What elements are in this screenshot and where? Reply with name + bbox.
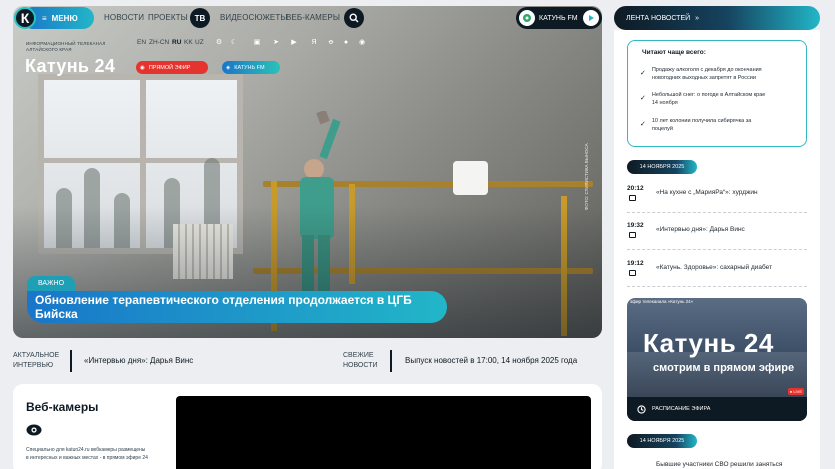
rutube-icon[interactable]: ▶ bbox=[289, 37, 299, 47]
hero-headline[interactable]: Обновление терапевтического отделения пр… bbox=[27, 291, 447, 323]
feed-item[interactable]: 19:32 «Интервью дня»: Дарья Винс bbox=[627, 222, 807, 252]
nav-link-webcams[interactable]: ВЕБ-КАМЕРЫ bbox=[286, 13, 340, 22]
webcam-video-player[interactable] bbox=[176, 396, 591, 469]
feed-item[interactable]: 20:12 «На кухне с „МарияРа“»: хурджин bbox=[627, 185, 807, 215]
lang-kk[interactable]: KK bbox=[184, 39, 193, 46]
live-broadcast-promo[interactable]: эфир телеканала «Катунь 24» Катунь 24 см… bbox=[627, 298, 807, 421]
max-messenger-icon[interactable]: ◉ bbox=[357, 37, 367, 47]
channel-tagline-1: ИНФОРМАЦИОННЫЙ ТЕЛЕКАНАЛ bbox=[26, 41, 106, 46]
dark-mode-icon[interactable]: ☾ bbox=[229, 37, 239, 47]
schedule-button[interactable]: РАСПИСАНИЕ ЭФИРА bbox=[627, 397, 807, 421]
search-icon bbox=[349, 13, 359, 23]
news-feed-sidebar: Читают чаще всего: ✓ Продажу алкоголя с … bbox=[614, 30, 820, 469]
radio-player[interactable]: КАТУНЬ FM bbox=[516, 7, 602, 29]
vk-icon[interactable]: ▣ bbox=[252, 37, 262, 47]
nav-link-news[interactable]: НОВОСТИ bbox=[104, 13, 144, 22]
katun-logo-badge[interactable]: К bbox=[14, 7, 36, 29]
lang-ru[interactable]: RU bbox=[172, 39, 181, 46]
odnoklassniki-icon[interactable]: ꝋ bbox=[326, 37, 336, 47]
tv-button[interactable]: ТВ bbox=[190, 8, 210, 28]
important-tag: ВАЖНО bbox=[27, 276, 75, 291]
most-read-item[interactable]: ✓ Небольшой снег: о погоде в Алтайском к… bbox=[640, 92, 800, 107]
eye-icon bbox=[26, 424, 42, 436]
katun-fm-button[interactable]: ◈ КАТУНЬ FM bbox=[222, 61, 280, 74]
fresh-news-label: СВЕЖИЕ НОВОСТИ bbox=[343, 352, 378, 369]
play-icon[interactable] bbox=[583, 10, 599, 26]
search-button[interactable] bbox=[344, 8, 364, 28]
live-stream-button[interactable]: ◉ ПРЯМОЙ ЭФИР bbox=[136, 61, 208, 74]
lang-zh[interactable]: ZH-CN bbox=[149, 39, 169, 46]
promo-logo: Катунь 24 bbox=[643, 328, 774, 358]
feed-item-partial[interactable]: Бывшие участники СВО решили заняться bbox=[656, 461, 782, 468]
most-read-item[interactable]: ✓ 10 лет колонии получила сибирячка за по… bbox=[640, 118, 800, 133]
actual-interview-label: АКТУАЛЬНОЕ ИНТЕРВЬЮ bbox=[13, 352, 60, 369]
tv-icon bbox=[629, 270, 636, 276]
site-logo[interactable]: Катунь 24 bbox=[25, 56, 115, 77]
check-icon: ✓ bbox=[640, 70, 646, 77]
actual-interview-link[interactable]: «Интервью дня»: Дарья Винс bbox=[84, 356, 193, 365]
live-record-icon: ◉ bbox=[140, 64, 145, 71]
clock-icon bbox=[637, 404, 646, 414]
yandex-zen-icon[interactable]: Я bbox=[309, 37, 319, 47]
photo-credit: ФОТО: СТИЛИСТИКА ВЫНОСА bbox=[584, 143, 589, 210]
tv-icon bbox=[629, 195, 636, 201]
channel-tagline-2: АЛТАЙСКОГО КРАЯ bbox=[26, 47, 72, 52]
radio-icon bbox=[519, 10, 535, 26]
most-read-box: Читают чаще всего: ✓ Продажу алкоголя с … bbox=[627, 40, 807, 147]
webcams-section: Веб-камеры Специально для katun24.ru веб… bbox=[13, 384, 602, 469]
webcams-title[interactable]: Веб-камеры bbox=[26, 400, 98, 414]
news-feed-header[interactable]: ЛЕНТА НОВОСТЕЙ » bbox=[614, 6, 820, 30]
date-pill: 14 НОЯБРЯ 2025 bbox=[627, 434, 697, 448]
nav-link-videos[interactable]: ВИДЕОСЮЖЕТЫ bbox=[220, 13, 288, 22]
lang-uz[interactable]: UZ bbox=[195, 39, 204, 46]
live-badge: ● LIVE bbox=[787, 388, 804, 395]
most-read-item[interactable]: ✓ Продажу алкоголя с декабря до окончани… bbox=[640, 67, 800, 82]
lang-en[interactable]: EN bbox=[137, 39, 146, 46]
rss-icon[interactable]: ● bbox=[341, 37, 351, 47]
settings-icon[interactable]: ⚙ bbox=[214, 37, 224, 47]
chevron-down-icon: » bbox=[695, 14, 700, 22]
webcams-description: Специально для katun24.ru вебкамеры разм… bbox=[26, 447, 148, 461]
telegram-icon[interactable]: ➤ bbox=[271, 37, 281, 47]
promo-subtitle: смотрим в прямом эфире bbox=[653, 362, 795, 374]
fm-logo-icon: ◈ bbox=[226, 64, 231, 71]
most-read-title: Читают чаще всего: bbox=[642, 49, 706, 56]
fresh-news-link[interactable]: Выпуск новостей в 17:00, 14 ноября 2025 … bbox=[405, 356, 577, 365]
hamburger-icon: ≡ bbox=[42, 13, 47, 23]
check-icon: ✓ bbox=[640, 95, 646, 102]
check-icon: ✓ bbox=[640, 121, 646, 128]
tv-icon bbox=[629, 232, 636, 238]
nav-link-projects[interactable]: ПРОЕКТЫ bbox=[148, 13, 188, 22]
date-pill: 14 НОЯБРЯ 2025 bbox=[627, 160, 697, 174]
